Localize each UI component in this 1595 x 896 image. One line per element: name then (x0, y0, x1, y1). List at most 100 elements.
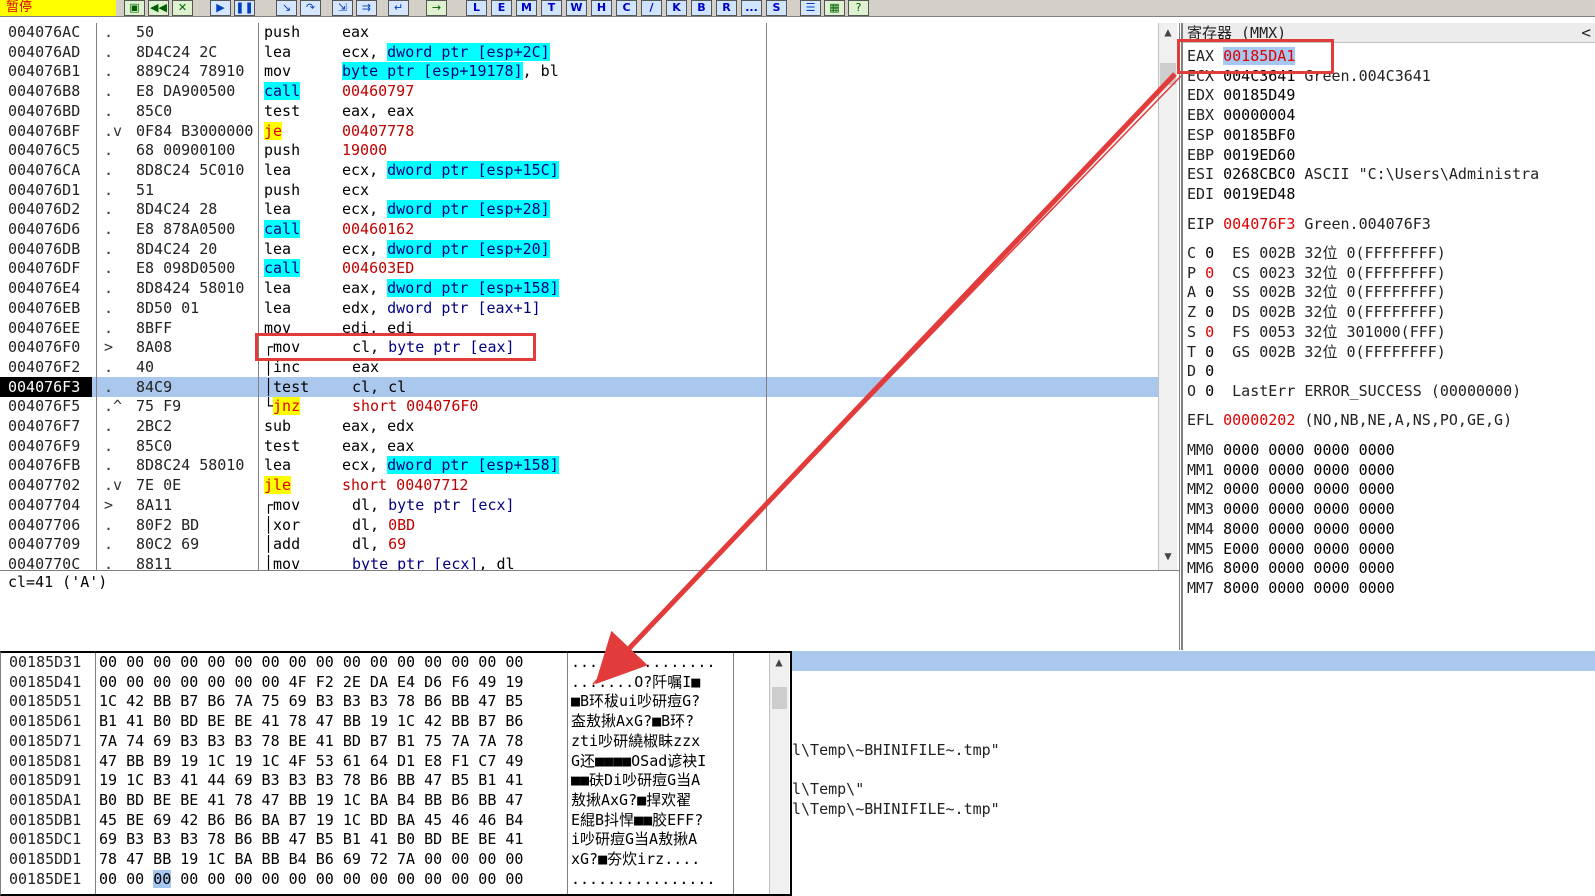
flag-a[interactable]: A 0 SS 002B 32位 0(FFFFFFFF) (1187, 282, 1446, 302)
toolbar-button-8[interactable]: K (666, 0, 687, 16)
register-mm1[interactable]: MM1 0000 0000 0000 0000 (1187, 460, 1395, 480)
scroll-down-icon[interactable]: ▼ (1159, 549, 1177, 563)
scroll-up-icon[interactable]: ▲ (1159, 25, 1177, 39)
toolbar-button-10[interactable]: R (716, 0, 737, 16)
disasm-row[interactable]: 004076F7. 2BC2 sub eax, edx (0, 416, 1158, 436)
toolbar-button-7[interactable]: / (641, 0, 662, 16)
toolbar-button-5[interactable]: H (591, 0, 612, 16)
run-icon[interactable]: ▶ (210, 0, 231, 16)
toolbar-button-9[interactable]: B (691, 0, 712, 16)
register-value[interactable]: 8000 0000 0000 0000 (1223, 520, 1395, 538)
register-value[interactable]: 0019ED60 (1223, 146, 1295, 164)
dump-scrollbar[interactable]: ▲ (769, 653, 789, 894)
disasm-row[interactable]: 004076D1. 51 push ecx (0, 180, 1158, 200)
disasm-row[interactable]: 00407702 .v 7E 0E jle short 00407712 (0, 475, 1158, 495)
register-value[interactable]: 00000202 (1223, 411, 1295, 429)
pause-icon[interactable]: ❚❚ (234, 0, 255, 16)
trace-over-icon[interactable]: ⇉ (356, 0, 377, 16)
disasm-row[interactable]: 004076BD. 85C0 test eax, eax (0, 101, 1158, 121)
toolbar-button-6[interactable]: C (616, 0, 637, 16)
stack-pane[interactable]: l\Temp\~BHINIFILE~.tmp" l\Temp\" l\Temp\~B… (792, 651, 1595, 896)
flag-z[interactable]: Z 0 DS 002B 32位 0(FFFFFFFF) (1187, 302, 1446, 322)
toolbar-button-3[interactable]: T (541, 0, 562, 16)
close-icon[interactable]: ✕ (172, 0, 193, 16)
register-value[interactable]: 0000 0000 0000 0000 (1223, 441, 1395, 459)
disasm-row[interactable]: 004076F9. 85C0 test eax, eax (0, 436, 1158, 456)
toolbar-button-4[interactable]: W (566, 0, 587, 16)
disasm-row[interactable]: 004076F0 >8A08 ┌mov cl, byte ptr [eax] (0, 337, 1158, 357)
toolbar-button-2[interactable]: M (516, 0, 537, 16)
flag-o[interactable]: O 0 LastErr ERROR_SUCCESS (00000000) (1187, 381, 1521, 401)
register-value[interactable]: 00185BF0 (1223, 126, 1295, 144)
flag-s[interactable]: S 0 FS 0053 32位 301000(FFF) (1187, 322, 1446, 342)
selected-byte[interactable]: 00 (153, 869, 172, 888)
disasm-row[interactable]: 00407706. 80F2 BD │xor dl, 0BD (0, 515, 1158, 535)
toolbar-button-0[interactable]: L (466, 0, 487, 16)
toolbar-button-12[interactable]: S (766, 0, 787, 16)
execute-till-return-icon[interactable]: ↵ (388, 0, 409, 16)
register-value[interactable]: 0019ED48 (1223, 185, 1295, 203)
disasm-row[interactable]: 004076B8. E8 DA900500 call 00460797 (0, 81, 1158, 101)
disasm-row[interactable]: 00407709. 80C2 69 │add dl, 69 (0, 534, 1158, 554)
register-edi[interactable]: EDI 0019ED48 (1187, 184, 1304, 204)
register-ebp[interactable]: EBP 0019ED60 (1187, 145, 1304, 165)
goto-icon[interactable]: → (426, 0, 447, 16)
register-value[interactable]: E000 0000 0000 0000 (1223, 540, 1395, 558)
flag-value[interactable]: 0 (1205, 283, 1214, 301)
disasm-row[interactable]: 004076C5. 68 00900100 push 19000 (0, 140, 1158, 160)
register-value[interactable]: 0268CBC0 (1223, 165, 1295, 183)
grid-icon[interactable]: ▦ (824, 0, 845, 16)
open-icon[interactable]: ▣ (124, 0, 145, 16)
register-value[interactable]: 8000 0000 0000 0000 (1223, 579, 1395, 597)
help-icon[interactable]: ? (848, 0, 869, 16)
register-edx[interactable]: EDX 00185D49 (1187, 85, 1304, 105)
register-value[interactable]: 0000 0000 0000 0000 (1223, 500, 1395, 518)
register-value[interactable]: 0000 0000 0000 0000 (1223, 480, 1395, 498)
flag-value[interactable]: 0 (1205, 382, 1214, 400)
register-eip[interactable]: EIP 004076F3 Green.004076F3 (1187, 214, 1431, 234)
disasm-row[interactable]: 004076F5 .^ 75 F9 └jnz short 004076F0 (0, 396, 1158, 416)
flag-c[interactable]: C 0 ES 002B 32位 0(FFFFFFFF) (1187, 243, 1446, 263)
register-value[interactable]: 00000004 (1223, 106, 1295, 124)
scrollbar-thumb[interactable] (772, 687, 787, 709)
flag-t[interactable]: T 0 GS 002B 32位 0(FFFFFFFF) (1187, 342, 1446, 362)
register-mm4[interactable]: MM4 8000 0000 0000 0000 (1187, 519, 1395, 539)
flag-value[interactable]: 0 (1205, 264, 1214, 282)
register-mm6[interactable]: MM6 8000 0000 0000 0000 (1187, 558, 1395, 578)
disasm-row[interactable]: 004076F3. 84C9 │test cl, cl (0, 376, 1158, 397)
register-mm5[interactable]: MM5 E000 0000 0000 0000 (1187, 539, 1395, 559)
flag-value[interactable]: 0 (1205, 303, 1214, 321)
disasm-row[interactable]: 004076DF. E8 098D0500 call 004603ED (0, 258, 1158, 278)
disasm-row[interactable]: 004076D6. E8 878A0500 call 00460162 (0, 219, 1158, 239)
stack-selected-row[interactable] (792, 651, 1595, 671)
disasm-row[interactable]: 004076CA. 8D8C24 5C010 lea ecx, dword ptr [… (0, 160, 1158, 180)
disassembly-pane[interactable]: 004076AC. 50 push eax 004076AD. 8D4C24 2C lea e… (0, 23, 1180, 579)
toolbar-button-11[interactable]: ... (741, 0, 762, 16)
disasm-row[interactable]: 004076F2. 40 │inc eax (0, 357, 1158, 377)
register-value[interactable]: 0000 0000 0000 0000 (1223, 461, 1395, 479)
register-efl[interactable]: EFL 00000202 (NO,NB,NE,A,NS,PO,GE,G) (1187, 410, 1512, 430)
flag-value[interactable]: 0 (1205, 244, 1214, 262)
disasm-row[interactable]: 004076DB. 8D4C24 20 lea ecx, dword ptr [esp… (0, 239, 1158, 259)
flag-p[interactable]: P 0 CS 0023 32位 0(FFFFFFFF) (1187, 263, 1446, 283)
register-mm7[interactable]: MM7 8000 0000 0000 0000 (1187, 578, 1395, 598)
restart-icon[interactable]: ◀◀ (148, 0, 169, 16)
trace-into-icon[interactable]: ⇲ (332, 0, 353, 16)
step-over-icon[interactable]: ↷ (300, 0, 321, 16)
disasm-row[interactable]: 004076EE. 8BFF mov edi, edi (0, 318, 1158, 338)
disasm-row[interactable]: 004076BF .v 0F84 B3000000 je 00407778 (0, 121, 1158, 141)
disasm-row[interactable]: 004076FB. 8D8C24 58010 lea ecx, dword ptr [… (0, 455, 1158, 475)
register-value[interactable]: 004076F3 (1223, 215, 1295, 233)
register-value[interactable]: 00185D49 (1223, 86, 1295, 104)
toolbar-button-1[interactable]: E (491, 0, 512, 16)
collapse-icon[interactable]: < (1581, 23, 1591, 43)
scrollbar-thumb[interactable] (1160, 63, 1176, 85)
register-value[interactable]: 8000 0000 0000 0000 (1223, 559, 1395, 577)
scroll-up-icon[interactable]: ▲ (770, 655, 788, 669)
disasm-row[interactable]: 004076AD. 8D4C24 2C lea ecx, dword ptr [esp… (0, 42, 1158, 62)
disasm-row[interactable]: 004076B1. 889C24 78910 mov byte ptr [esp+19… (0, 61, 1158, 81)
register-esi[interactable]: ESI 0268CBC0 ASCII "C:\Users\Administra (1187, 164, 1539, 184)
register-mm2[interactable]: MM2 0000 0000 0000 0000 (1187, 479, 1395, 499)
register-esp[interactable]: ESP 00185BF0 (1187, 125, 1304, 145)
step-into-icon[interactable]: ↘ (276, 0, 297, 16)
